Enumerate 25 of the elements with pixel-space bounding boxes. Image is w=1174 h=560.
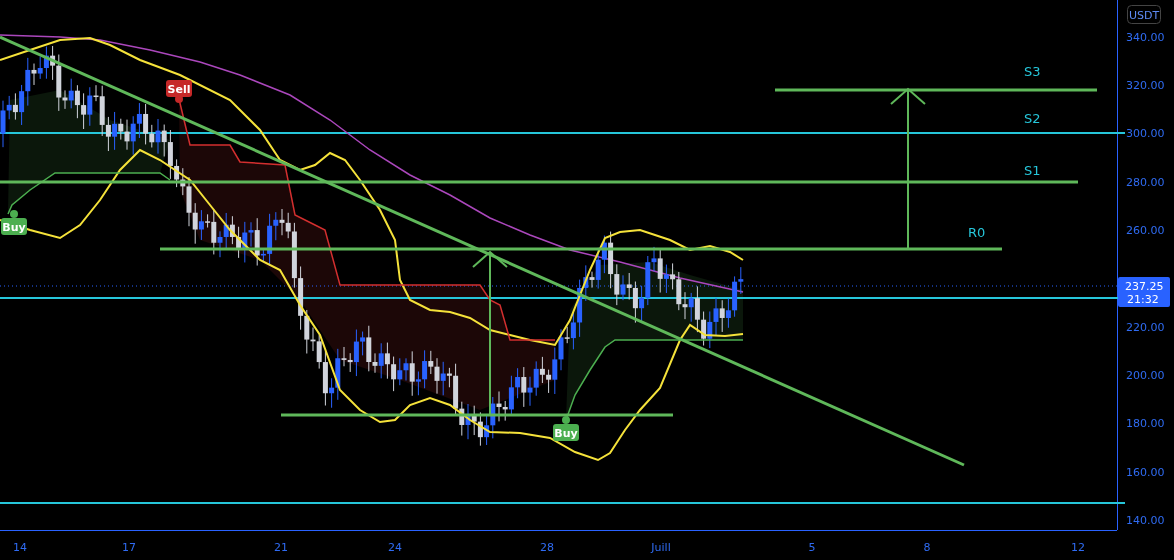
price-tick-label: 340.00 — [1126, 31, 1165, 44]
price-tick-label: 260.00 — [1126, 224, 1165, 237]
time-tick-label: 24 — [388, 541, 402, 554]
price-tick-label: 200.00 — [1126, 369, 1165, 382]
time-tick-label: 17 — [122, 541, 136, 554]
price-tick-label: 280.00 — [1126, 176, 1165, 189]
last-price-tag: 237.25 21:32 — [1118, 277, 1170, 307]
time-tick-label: 8 — [923, 541, 931, 554]
time-tick-label: 14 — [13, 541, 27, 554]
time-tick-label: 21 — [274, 541, 288, 554]
currency-badge[interactable]: USDT — [1127, 5, 1161, 24]
price-tick-label: 140.00 — [1126, 514, 1165, 527]
price-tick-label: 300.00 — [1126, 127, 1165, 140]
price-tick-label: 160.00 — [1126, 466, 1165, 479]
level-label: R0 — [968, 225, 986, 240]
time-tick-label: 5 — [808, 541, 816, 554]
price-tick-label: 220.00 — [1126, 321, 1165, 334]
price-tick-label: 320.00 — [1126, 79, 1165, 92]
time-tick-label: Juill — [651, 541, 671, 554]
level-label: S3 — [1024, 64, 1041, 79]
price-tick-label: 180.00 — [1126, 417, 1165, 430]
level-label: S1 — [1024, 163, 1041, 178]
time-tick-label: 28 — [540, 541, 554, 554]
level-label: S2 — [1024, 111, 1041, 126]
time-tick-label: 12 — [1071, 541, 1085, 554]
